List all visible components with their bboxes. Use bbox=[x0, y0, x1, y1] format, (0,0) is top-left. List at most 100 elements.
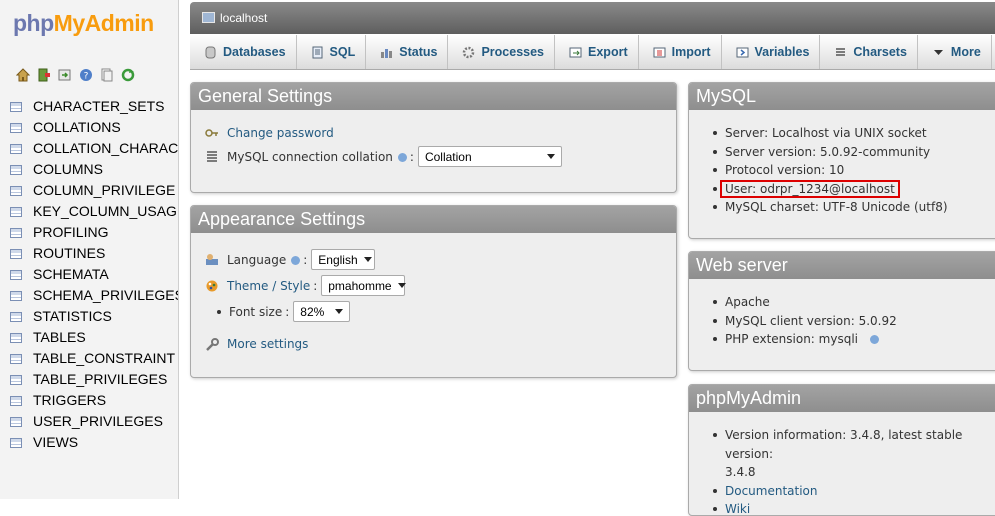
tab-sql[interactable]: SQL bbox=[297, 35, 367, 69]
phpmyadmin-panel: phpMyAdmin Version information: 3.4.8, l… bbox=[688, 384, 995, 516]
table-icon[interactable] bbox=[10, 248, 22, 259]
sidebar-item-table[interactable]: KEY_COLUMN_USAG bbox=[10, 201, 178, 222]
sidebar-item-table[interactable]: COLUMN_PRIVILEGE bbox=[10, 180, 178, 201]
server-link[interactable]: localhost bbox=[220, 11, 267, 25]
exit-icon[interactable] bbox=[37, 68, 51, 82]
table-name[interactable]: COLLATIONS bbox=[33, 117, 121, 138]
table-name[interactable]: USER_PRIVILEGES bbox=[33, 411, 163, 432]
webserver-info-text: PHP extension: mysqli bbox=[725, 332, 858, 347]
table-name[interactable]: VIEWS bbox=[33, 432, 78, 453]
tab-import[interactable]: Import bbox=[639, 35, 722, 69]
collation-label: MySQL connection collation bbox=[227, 149, 393, 164]
collation-icon bbox=[207, 151, 217, 162]
mysql-user-highlighted: User: odrpr_1234@localhost bbox=[720, 179, 900, 198]
sidebar-item-table[interactable]: COLUMNS bbox=[10, 159, 178, 180]
web-server-panel: Web server Apache MySQL client version: 5… bbox=[688, 251, 995, 371]
table-icon[interactable] bbox=[10, 122, 22, 133]
table-icon[interactable] bbox=[10, 395, 22, 406]
table-icon[interactable] bbox=[10, 290, 22, 301]
mysql-info-list: Server: Localhost via UNIX socket Server … bbox=[711, 124, 948, 217]
sidebar-item-table[interactable]: TRIGGERS bbox=[10, 390, 178, 411]
table-icon[interactable] bbox=[10, 101, 22, 112]
sidebar-item-table[interactable]: COLLATIONS bbox=[10, 117, 178, 138]
wrench-icon bbox=[206, 337, 219, 351]
sidebar-item-table[interactable]: VIEWS bbox=[10, 432, 178, 453]
table-icon[interactable] bbox=[10, 416, 22, 427]
table-icon[interactable] bbox=[10, 206, 22, 217]
table-name[interactable]: COLUMN_PRIVILEGE bbox=[33, 180, 175, 201]
sidebar-item-table[interactable]: TABLE_CONSTRAINT bbox=[10, 348, 178, 369]
table-name[interactable]: SCHEMA_PRIVILEGES bbox=[33, 285, 178, 306]
mysql-title: MySQL bbox=[689, 83, 995, 110]
table-icon[interactable] bbox=[10, 269, 22, 280]
navigation-frame: phpMyAdmin ? CHARACTER_SETS COLLATIONS COL… bbox=[0, 0, 179, 499]
tab-variables[interactable]: Variables bbox=[722, 35, 821, 69]
help-icon[interactable] bbox=[397, 153, 407, 162]
tab-processes[interactable]: Processes bbox=[448, 35, 556, 69]
help-icon[interactable]: ? bbox=[79, 68, 93, 82]
table-icon[interactable] bbox=[10, 143, 22, 154]
sidebar-item-table[interactable]: PROFILING bbox=[10, 222, 178, 243]
reload-icon[interactable] bbox=[121, 68, 135, 82]
tab-more[interactable]: More bbox=[918, 35, 992, 69]
more-settings-link[interactable]: More settings bbox=[227, 337, 308, 351]
language-label: Language bbox=[227, 252, 287, 267]
wiki-link[interactable]: Wiki bbox=[725, 502, 750, 515]
tab-status[interactable]: Status bbox=[366, 35, 449, 69]
table-name[interactable]: STATISTICS bbox=[33, 306, 112, 327]
main-tabs: Databases SQL Status Processes Export Import V… bbox=[190, 35, 995, 70]
table-name[interactable]: PROFILING bbox=[33, 222, 108, 243]
language-select[interactable]: English bbox=[311, 249, 376, 270]
collation-select[interactable]: Collation bbox=[417, 146, 562, 167]
docs-icon[interactable] bbox=[100, 68, 114, 82]
table-name[interactable]: ROUTINES bbox=[33, 243, 105, 264]
sidebar-item-table[interactable]: TABLES bbox=[10, 327, 178, 348]
table-icon[interactable] bbox=[10, 311, 22, 322]
table-name[interactable]: TABLES bbox=[33, 327, 86, 348]
tab-charsets[interactable]: Charsets bbox=[820, 35, 918, 69]
sidebar-item-table[interactable]: TABLE_PRIVILEGES bbox=[10, 369, 178, 390]
theme-link[interactable]: Theme / Style bbox=[227, 279, 310, 293]
table-name[interactable]: COLUMNS bbox=[33, 159, 103, 180]
mysql-info-text: MySQL charset: UTF-8 Unicode (utf8) bbox=[725, 200, 948, 215]
change-password-link[interactable]: Change password bbox=[227, 126, 334, 140]
sidebar-item-table[interactable]: USER_PRIVILEGES bbox=[10, 411, 178, 432]
table-name[interactable]: SCHEMATA bbox=[33, 264, 109, 285]
table-icon[interactable] bbox=[10, 164, 22, 175]
fontsize-select[interactable]: 82% bbox=[293, 301, 351, 322]
phpmyadmin-logo[interactable]: phpMyAdmin bbox=[13, 10, 154, 37]
sidebar-item-table[interactable]: ROUTINES bbox=[10, 243, 178, 264]
tab-export[interactable]: Export bbox=[555, 35, 639, 69]
sidebar-item-table[interactable]: SCHEMA_PRIVILEGES bbox=[10, 285, 178, 306]
table-icon[interactable] bbox=[10, 185, 22, 196]
table-icon[interactable] bbox=[10, 353, 22, 364]
tab-databases[interactable]: Databases bbox=[190, 35, 297, 69]
table-icon[interactable] bbox=[10, 227, 22, 238]
home-icon[interactable] bbox=[16, 68, 30, 82]
webserver-info-text: MySQL client version: 5.0.92 bbox=[725, 313, 897, 328]
table-name[interactable]: TRIGGERS bbox=[33, 390, 106, 411]
mysql-info-text: Protocol version: 10 bbox=[725, 163, 845, 178]
documentation-link[interactable]: Documentation bbox=[725, 484, 818, 498]
table-icon[interactable] bbox=[10, 332, 22, 343]
sidebar-item-table[interactable]: COLLATION_CHARAC bbox=[10, 138, 178, 159]
theme-select[interactable]: pmahomme bbox=[321, 275, 406, 296]
sidebar-item-table[interactable]: SCHEMATA bbox=[10, 264, 178, 285]
general-settings-panel: General Settings Change password MySQL c… bbox=[190, 82, 677, 193]
table-name[interactable]: COLLATION_CHARAC bbox=[33, 138, 178, 159]
svg-text:?: ? bbox=[84, 72, 89, 82]
help-icon[interactable] bbox=[870, 335, 879, 345]
table-name[interactable]: KEY_COLUMN_USAG bbox=[33, 201, 177, 222]
export-icon bbox=[569, 47, 582, 57]
table-icon[interactable] bbox=[10, 374, 22, 385]
table-name[interactable]: TABLE_PRIVILEGES bbox=[33, 369, 167, 390]
table-name[interactable]: TABLE_CONSTRAINT bbox=[33, 348, 175, 369]
sidebar-item-table[interactable]: CHARACTER_SETS bbox=[10, 96, 178, 117]
sidebar-item-table[interactable]: STATISTICS bbox=[10, 306, 178, 327]
table-icon[interactable] bbox=[10, 437, 22, 448]
help-icon[interactable] bbox=[291, 256, 301, 265]
web-server-info-list: Apache MySQL client version: 5.0.92 PHP ex… bbox=[711, 293, 897, 349]
query-window-icon[interactable] bbox=[58, 68, 72, 82]
list-item: Apache bbox=[711, 293, 897, 312]
table-name[interactable]: CHARACTER_SETS bbox=[33, 96, 164, 117]
